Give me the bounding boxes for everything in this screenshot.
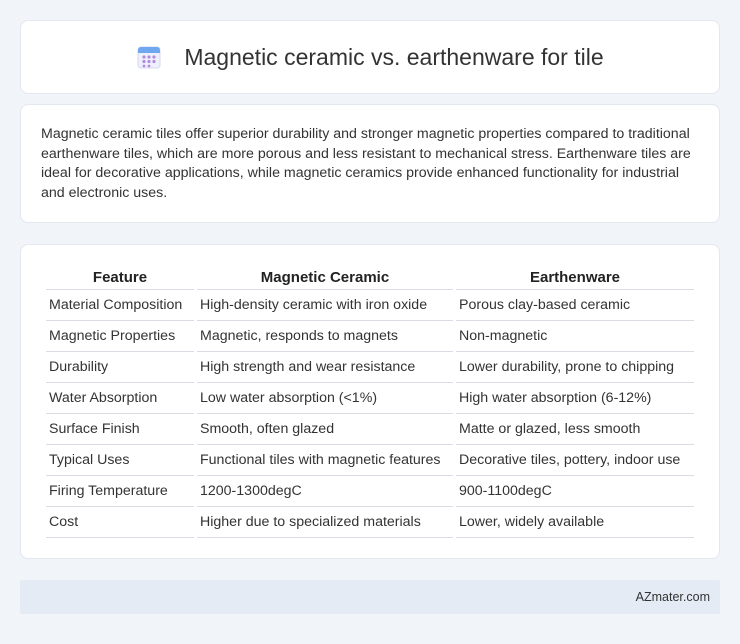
title-card: Magnetic ceramic vs. earthenware for til… [20,20,720,94]
feature-cell: Water Absorption [46,383,194,414]
feature-cell: Surface Finish [46,414,194,445]
magnetic-ceramic-cell: High strength and wear resistance [197,352,453,383]
column-header: Feature [46,265,194,290]
footer: AZmater.com [20,580,720,614]
earthenware-cell: Lower, widely available [456,507,694,538]
earthenware-cell: 900-1100degC [456,476,694,507]
magnetic-ceramic-cell: High-density ceramic with iron oxide [197,290,453,321]
table-row: Typical Uses Functional tiles with magnet… [46,445,694,476]
table-row: Material Composition High-density ceramic… [46,290,694,321]
comparison-table-card: Feature Magnetic Ceramic Earthenware Mat… [20,244,720,559]
earthenware-cell: Porous clay-based ceramic [456,290,694,321]
table-row: Surface Finish Smooth, often glazed Matte … [46,414,694,445]
table-row: Cost Higher due to specialized materials L… [46,507,694,538]
feature-cell: Typical Uses [46,445,194,476]
feature-cell: Magnetic Properties [46,321,194,352]
magnetic-ceramic-cell: Magnetic, responds to magnets [197,321,453,352]
feature-cell: Durability [46,352,194,383]
table-row: Firing Temperature 1200-1300degC 900-1100d… [46,476,694,507]
feature-cell: Cost [46,507,194,538]
feature-cell: Material Composition [46,290,194,321]
column-header: Magnetic Ceramic [197,265,453,290]
column-header: Earthenware [456,265,694,290]
earthenware-cell: Lower durability, prone to chipping [456,352,694,383]
table-row: Durability High strength and wear resista… [46,352,694,383]
table-row: Water Absorption Low water absorption (<1… [46,383,694,414]
calendar-grid-icon [136,44,162,70]
magnetic-ceramic-cell: 1200-1300degC [197,476,453,507]
earthenware-cell: Matte or glazed, less smooth [456,414,694,445]
magnetic-ceramic-cell: Functional tiles with magnetic features [197,445,453,476]
summary-text: Magnetic ceramic tiles offer superior du… [41,126,691,201]
summary-card: Magnetic ceramic tiles offer superior du… [20,104,720,223]
magnetic-ceramic-cell: Higher due to specialized materials [197,507,453,538]
feature-cell: Firing Temperature [46,476,194,507]
earthenware-cell: Non-magnetic [456,321,694,352]
table-header-row: Feature Magnetic Ceramic Earthenware [46,265,694,290]
table-row: Magnetic Properties Magnetic, responds to… [46,321,694,352]
earthenware-cell: Decorative tiles, pottery, indoor use [456,445,694,476]
magnetic-ceramic-cell: Low water absorption (<1%) [197,383,453,414]
page-title: Magnetic ceramic vs. earthenware for til… [184,43,604,70]
earthenware-cell: High water absorption (6-12%) [456,383,694,414]
footer-brand: AZmater.com [635,590,710,604]
comparison-table: Feature Magnetic Ceramic Earthenware Mat… [43,265,697,538]
magnetic-ceramic-cell: Smooth, often glazed [197,414,453,445]
